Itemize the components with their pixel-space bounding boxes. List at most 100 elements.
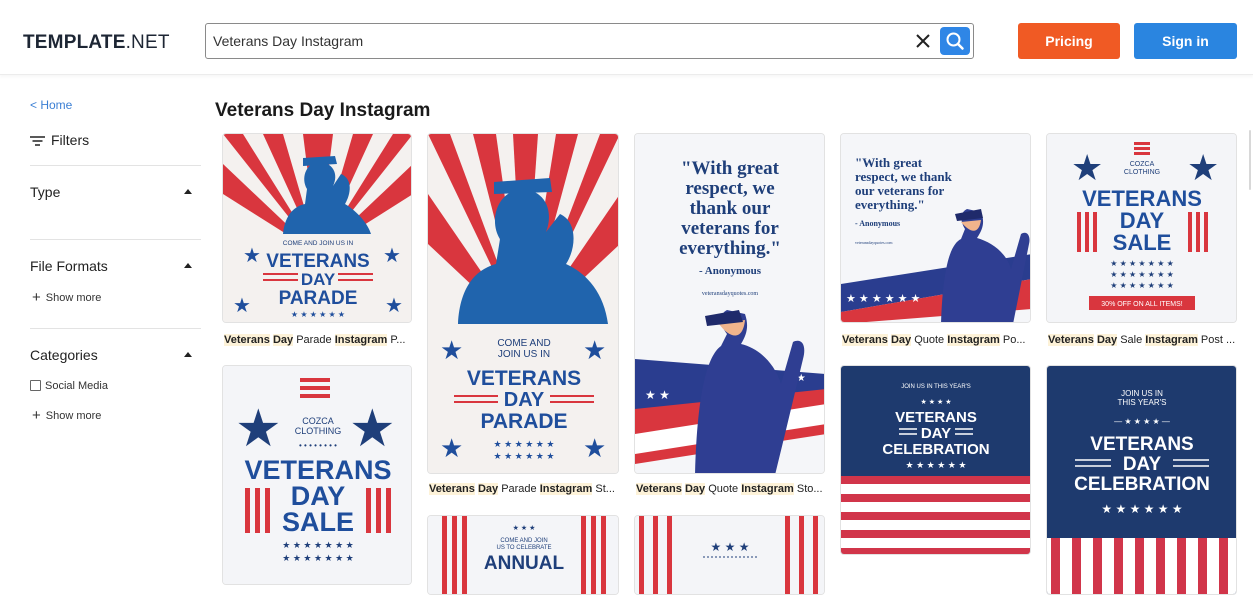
sign-in-button[interactable]: Sign in [1134,23,1237,59]
type-section-title[interactable]: Type [30,184,60,200]
template-card[interactable]: ★ ★ COZCA CLOTHING • • • • • • • • VETERA… [222,365,412,585]
card-text: thank our [690,198,771,219]
template-caption[interactable]: Veterans Day Quote Instagram Sto... [636,483,825,495]
caption-word: Instagram [334,334,388,346]
card-text: "With great [681,158,780,179]
caption-word: Day [477,483,499,495]
template-card[interactable]: "With great respect, we thank our vetera… [840,133,1031,323]
template-card[interactable]: COZCA CLOTHING ★ ★ VETERANS DAY SALE ★ ★ … [1046,133,1237,323]
caption-word: Day [684,483,706,495]
template-caption[interactable]: Veterans Day Parade Instagram P... [224,334,412,346]
categories-show-more[interactable]: + Show more [32,407,101,424]
page-title: Veterans Day Instagram [215,100,431,121]
card-text: our veterans for [855,183,945,198]
social-media-checkbox[interactable] [30,380,41,391]
card-text: CLOTHING [295,426,342,436]
scrollbar[interactable] [1249,130,1251,190]
template-card[interactable]: "With great respect, we thank our vetera… [634,133,825,474]
card-text: JOIN US IN THIS YEAR'S [901,384,971,390]
card-text: respect, we thank [855,169,953,184]
home-link[interactable]: < Home [30,98,72,112]
card-text: COME AND [497,338,550,349]
plus-icon: + [32,289,41,306]
svg-text:★: ★ [583,335,606,365]
caption-word: Veterans [636,483,682,495]
file-formats-show-more[interactable]: + Show more [32,289,101,306]
plus-icon: + [32,407,41,424]
card-text: DAY [301,270,336,289]
svg-text:★ ★ ★ ★ ★ ★ ★: ★ ★ ★ ★ ★ ★ ★ [1110,281,1174,290]
card-text: JOIN US IN [1121,389,1163,398]
svg-text:★ ★ ★: ★ ★ ★ [711,540,750,554]
card-text: VETERANS [266,251,369,272]
chevron-up-icon[interactable] [184,189,192,194]
file-formats-section-title[interactable]: File Formats [30,258,108,274]
chevron-up-icon[interactable] [184,352,192,357]
svg-text:★: ★ [385,295,403,317]
search-input[interactable] [213,24,903,58]
caption-word: Quote [708,483,739,495]
svg-text:— ★ ★ ★ ★ —: — ★ ★ ★ ★ — [1114,417,1170,426]
template-card[interactable]: COME AND JOIN US IN VETERANS DAY PARADE … [222,133,412,323]
pricing-button[interactable]: Pricing [1018,23,1120,59]
caption-word: Veterans [224,334,270,346]
site-logo[interactable]: TEMPLATE.NET [23,32,170,54]
top-header: TEMPLATE.NET Pricing Sign in [0,0,1253,75]
card-text: SALE [1113,230,1172,255]
template-thumbnail: JOIN US IN THIS YEAR'S ★ ★ ★ ★ VETERANS … [841,366,1030,554]
svg-text:• • • • • • • •: • • • • • • • • [299,441,337,450]
close-icon[interactable] [913,31,933,51]
template-caption[interactable]: Veterans Day Parade Instagram St... [429,483,619,495]
caption-word: Veterans [429,483,475,495]
template-card[interactable]: ★ ★ ★ COME AND JOIN US TO CELEBRATE ANNU… [427,515,619,595]
caption-word: Instagram [539,483,593,495]
svg-text:★ ★ ★ ★: ★ ★ ★ ★ [921,398,952,406]
caption-word: Veterans [842,334,888,346]
caption-word: Day [272,334,294,346]
card-text: VETERANS [1090,434,1193,455]
card-text: THIS YEAR'S [1118,398,1167,407]
card-text: everything." [855,197,925,212]
template-card[interactable]: JOIN US IN THIS YEAR'S ★ ★ ★ ★ VETERANS … [840,365,1031,555]
filters-toggle[interactable]: Filters [30,132,89,148]
template-thumbnail: ★ ★ COZCA CLOTHING • • • • • • • • VETERA… [223,366,411,584]
categories-section-title[interactable]: Categories [30,347,98,363]
card-text: COZCA [1130,161,1155,168]
show-more-label: Show more [45,292,102,304]
svg-text:★ ★ ★ ★ ★ ★ ★: ★ ★ ★ ★ ★ ★ ★ [282,540,353,550]
caption-word: Parade [296,334,332,346]
template-card[interactable]: COME AND JOIN US IN VETERANS DAY PARADE … [427,133,619,474]
chevron-up-icon[interactable] [184,263,192,268]
logo-bold-text: TEMPLATE [23,32,126,53]
filters-label: Filters [51,132,90,148]
template-caption[interactable]: Veterans Day Sale Instagram Post ... [1048,334,1237,346]
svg-text:★: ★ [440,335,463,365]
divider [30,328,201,329]
card-text: DAY [921,425,951,442]
svg-text:★ ★ ★ ★ ★ ★: ★ ★ ★ ★ ★ ★ [906,460,967,470]
card-text: DAY [1123,454,1162,475]
caption-word: Sto... [796,483,823,495]
svg-text:★: ★ [243,245,261,267]
template-thumbnail: COZCA CLOTHING ★ ★ VETERANS DAY SALE ★ ★ … [1047,134,1236,322]
template-card[interactable]: ★ ★ ★ [634,515,825,595]
template-caption[interactable]: Veterans Day Quote Instagram Po... [842,334,1031,346]
card-text: COME AND JOIN US IN [283,240,354,247]
svg-text:★: ★ [233,295,251,317]
caption-word: St... [595,483,615,495]
social-media-checkbox-row[interactable]: Social Media [30,380,108,392]
template-thumbnail: "With great respect, we thank our vetera… [635,134,824,473]
template-thumbnail: "With great respect, we thank our vetera… [841,134,1030,322]
caption-word: P... [390,334,406,346]
svg-text:★ ★ ★ ★ ★ ★: ★ ★ ★ ★ ★ ★ [291,310,345,319]
caption-word: Veterans [1048,334,1094,346]
card-text: DAY [504,389,545,411]
search-box[interactable] [205,23,974,59]
svg-text:★ ★: ★ ★ [645,388,670,402]
card-text: everything." [679,238,781,259]
card-text: veterans for [681,218,779,239]
template-card[interactable]: JOIN US IN THIS YEAR'S — ★ ★ ★ ★ — VETER… [1046,365,1237,595]
search-icon [946,32,964,50]
search-button[interactable] [940,27,970,55]
card-text: CLOTHING [1124,169,1160,176]
